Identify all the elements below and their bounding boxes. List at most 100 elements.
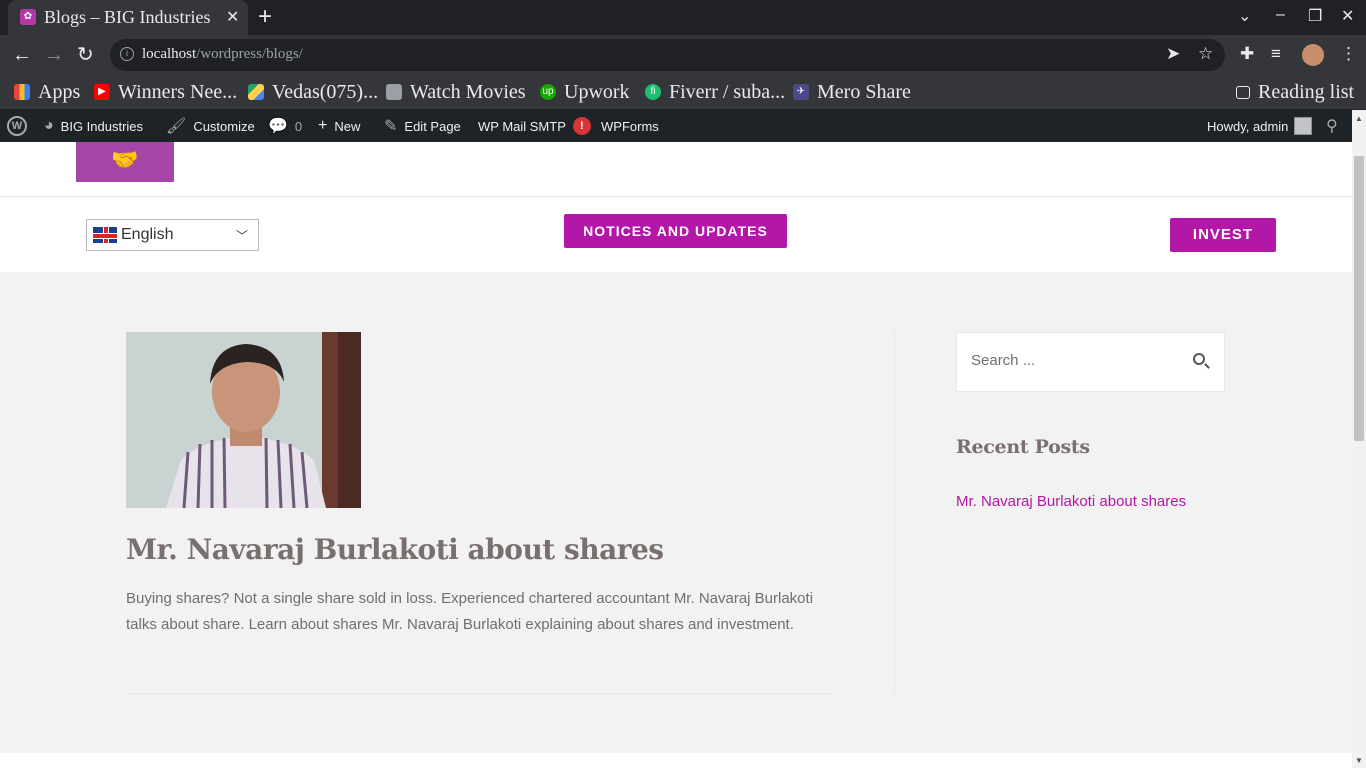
bookmark-label: Fiverr / suba... (669, 80, 786, 103)
recent-post-link[interactable]: Mr. Navaraj Burlakoti about shares (956, 493, 1186, 510)
extensions-icon[interactable]: ✚ (1240, 44, 1254, 64)
folder-icon (386, 84, 402, 100)
invest-button[interactable]: INVEST (1170, 218, 1276, 252)
adminbar-account[interactable]: Howdy, admin (1207, 110, 1313, 142)
google-drive-icon (248, 84, 264, 100)
dashboard-icon: ◕ (44, 117, 54, 134)
media-control-icon[interactable]: ≡ (1271, 44, 1281, 64)
scroll-thumb[interactable] (1354, 156, 1364, 441)
adminbar-search[interactable]: ⚲ (1326, 110, 1338, 142)
youtube-icon: ▶ (94, 84, 110, 100)
apps-grid-icon (14, 84, 30, 100)
adminbar-wpforms[interactable]: WPForms (601, 110, 659, 142)
customize-label: Customize (193, 118, 255, 134)
site-navigation: English ﹀ NOTICES AND UPDATES INVEST (0, 197, 1352, 272)
adminbar-customize[interactable]: 🖌 Customize (166, 110, 255, 142)
footer-strip (0, 753, 1352, 768)
post-divider (126, 693, 832, 694)
url-path: /wordpress/blogs/ (196, 46, 303, 62)
comment-icon: 💬 (268, 118, 288, 135)
bookmark-label: Vedas(075)... (272, 80, 379, 103)
person-portrait-image (126, 332, 361, 508)
edit-page-label: Edit Page (404, 118, 461, 134)
profile-avatar[interactable] (1302, 44, 1324, 66)
address-url: localhost/wordpress/blogs/ (142, 46, 303, 63)
alert-badge: ! (572, 117, 591, 135)
bookmark-label: Watch Movies (410, 80, 526, 103)
site-name-label: BIG Industries (60, 118, 144, 134)
forward-icon[interactable]: → (44, 43, 64, 67)
wp-mail-smtp-label: WP Mail SMTP (478, 118, 566, 134)
site-logo[interactable]: 🤝 (76, 142, 174, 182)
search-input[interactable] (971, 352, 1171, 369)
recent-posts-heading: Recent Posts (956, 436, 1090, 458)
language-select[interactable]: English ﹀ (86, 219, 259, 251)
wpforms-label: WPForms (601, 118, 659, 134)
tab-title: Blogs – BIG Industries (44, 7, 211, 27)
close-window-icon[interactable]: ✕ (1341, 6, 1354, 26)
bookmark-winners[interactable]: ▶ Winners Nee... (94, 79, 237, 105)
wordpress-logo-icon: W (7, 116, 27, 136)
bookmark-vedas[interactable]: Vedas(075)... (248, 79, 378, 105)
plus-icon: + (318, 117, 328, 134)
back-icon[interactable]: ← (12, 43, 32, 67)
wp-admin-bar: W ◕ BIG Industries 🖌 Customize 💬 0 + New ✎ Ed… (0, 110, 1366, 142)
howdy-label: Howdy, admin (1207, 118, 1289, 134)
column-divider (894, 332, 895, 694)
notices-and-updates-button[interactable]: NOTICES AND UPDATES (564, 214, 787, 248)
scroll-down-icon[interactable]: ▼ (1355, 756, 1363, 765)
browser-tab[interactable]: ✿ Blogs – BIG Industries ✕ (8, 0, 248, 35)
adminbar-new[interactable]: + New (318, 110, 360, 142)
reading-list-label: Reading list (1258, 80, 1355, 103)
bookmark-label: Apps (38, 80, 81, 103)
bookmark-label: Mero Share (817, 80, 911, 103)
new-label: New (334, 118, 361, 134)
adminbar-site-name[interactable]: ◕ BIG Industries (44, 110, 143, 142)
reload-icon[interactable]: ↻ (77, 43, 94, 67)
browser-tabstrip: ✿ Blogs – BIG Industries ✕ + ⌄ – ❐ ✕ (0, 0, 1366, 35)
chevron-down-icon: ﹀ (235, 229, 248, 243)
address-bar[interactable]: i localhost/wordpress/blogs/ ➤ ☆ (110, 39, 1225, 71)
search-icon[interactable] (1193, 353, 1205, 365)
site-favicon-icon: ✿ (20, 9, 36, 25)
adminbar-edit-page[interactable]: ✎ Edit Page (384, 110, 461, 142)
comments-count: 0 (294, 118, 303, 134)
handshake-icon: 🤝 (111, 147, 139, 172)
new-tab-button[interactable]: + (258, 4, 272, 30)
minimize-icon[interactable]: – (1276, 6, 1285, 24)
bookmark-label: Upwork (564, 80, 630, 103)
bookmarks-bar: Apps ▶ Winners Nee... Vedas(075)... Watch… (0, 75, 1366, 110)
wordpress-logo-button[interactable]: W (7, 110, 27, 142)
bookmark-apps[interactable]: Apps (14, 79, 80, 105)
url-host: localhost (142, 46, 197, 62)
fiverr-icon: fi (645, 84, 661, 100)
browser-toolbar: ← → ↻ i localhost/wordpress/blogs/ ➤ ☆ ✚… (0, 35, 1366, 75)
user-avatar (1294, 117, 1313, 135)
tab-search-icon[interactable]: ⌄ (1238, 6, 1251, 26)
upwork-icon: up (540, 84, 556, 100)
page-scrollbar[interactable]: ▲ ▼ (1352, 110, 1366, 768)
adminbar-wp-mail-smtp[interactable]: WP Mail SMTP! (478, 110, 591, 142)
post-title[interactable]: Mr. Navaraj Burlakoti about shares (126, 533, 664, 566)
bookmark-watch-movies[interactable]: Watch Movies (386, 79, 526, 105)
uk-flag-icon (93, 227, 117, 243)
bookmark-mero-share[interactable]: ✈ Mero Share (793, 79, 911, 105)
post-featured-image[interactable] (126, 332, 361, 508)
reading-list[interactable]: Reading list (1236, 79, 1354, 105)
paintbrush-icon: 🖌 (166, 118, 187, 135)
language-label: English (121, 226, 174, 243)
bookmark-upwork[interactable]: up Upwork (540, 79, 630, 105)
adminbar-comments[interactable]: 💬 0 (268, 110, 302, 142)
mero-share-icon: ✈ (793, 84, 809, 100)
bookmark-star-icon[interactable]: ☆ (1198, 44, 1213, 64)
scroll-up-icon[interactable]: ▲ (1355, 114, 1363, 123)
bookmark-fiverr[interactable]: fi Fiverr / suba... (645, 79, 785, 105)
sidebar-search (956, 332, 1225, 392)
site-info-icon[interactable]: i (120, 47, 134, 61)
tab-close-icon[interactable]: ✕ (226, 7, 239, 27)
post-excerpt: Buying shares? Not a single share sold i… (126, 590, 814, 633)
send-icon[interactable]: ➤ (1166, 44, 1180, 64)
restore-icon[interactable]: ❐ (1308, 6, 1322, 26)
pencil-icon: ✎ (384, 118, 398, 135)
browser-menu-icon[interactable]: ⋮ (1340, 44, 1357, 64)
